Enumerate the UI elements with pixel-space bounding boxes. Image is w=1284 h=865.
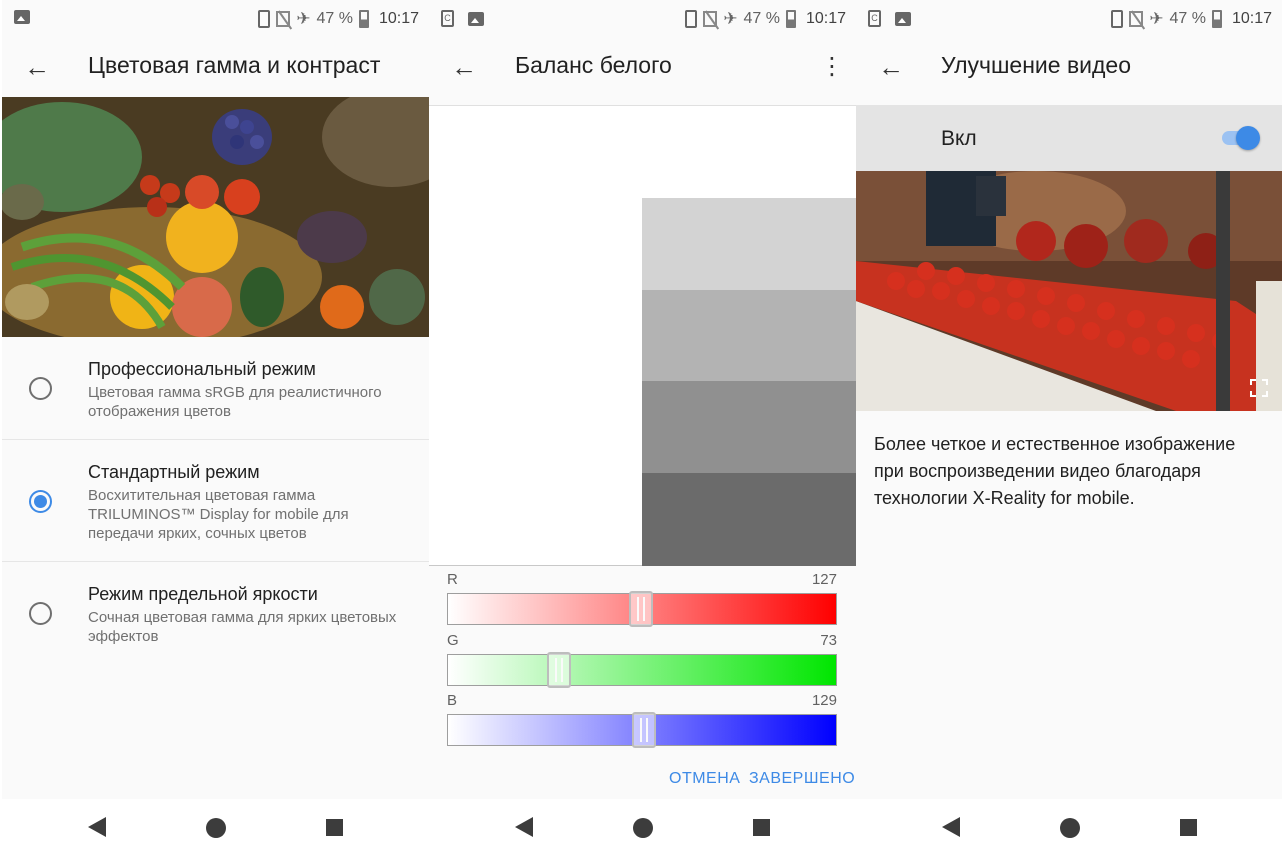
mode-description: Цветовая гамма sRGB для реалистичного от…: [88, 384, 382, 420]
more-vert-icon[interactable]: ⋮: [820, 52, 844, 82]
c-notification-icon: C: [868, 10, 881, 27]
back-arrow-icon[interactable]: ←: [447, 50, 481, 84]
screen-video-enhancement: C ✈ 47 % 10:17 ← Улучшение видео Вкл Бол…: [856, 0, 1282, 865]
radio-max-brightness[interactable]: [29, 602, 52, 625]
status-bar: C ✈ 47 % 10:17: [429, 0, 856, 40]
nav-back-icon[interactable]: [88, 817, 106, 837]
switch-knob: [1236, 126, 1260, 150]
slider-track-red[interactable]: [447, 591, 837, 627]
slider-value: 127: [811, 571, 837, 588]
nav-home-icon[interactable]: [633, 818, 653, 838]
vibrate-icon: [258, 10, 271, 28]
mode-title: Стандартный режим: [88, 462, 260, 482]
no-sim-icon: [1129, 11, 1144, 27]
gray-swatch: [642, 198, 856, 290]
clock: 10:17: [1231, 10, 1272, 27]
gray-swatch: [642, 290, 856, 381]
slider-red: R 127: [447, 571, 837, 627]
clock: 10:17: [378, 10, 419, 27]
battery-icon: [785, 10, 796, 28]
fullscreen-icon[interactable]: [1250, 379, 1268, 397]
nav-recents-icon[interactable]: [326, 819, 343, 836]
status-bar: ✈ 47 % 10:17: [2, 0, 429, 40]
page-title: Цветовая гамма и контраст: [88, 52, 381, 78]
vibrate-icon: [685, 10, 698, 28]
slider-label: R: [447, 571, 458, 588]
mode-description: Восхитительная цветовая гамма TRILUMINOS…: [88, 487, 349, 542]
mode-max-brightness[interactable]: Режим предельной яркости Сочная цветовая…: [2, 562, 429, 664]
airplane-icon: ✈: [723, 9, 738, 28]
clock: 10:17: [805, 10, 846, 27]
nav-recents-icon[interactable]: [1180, 819, 1197, 836]
radio-professional[interactable]: [29, 377, 52, 400]
back-arrow-icon[interactable]: ←: [874, 50, 908, 84]
airplane-icon: ✈: [296, 9, 311, 28]
battery-percent: 47 %: [316, 10, 353, 27]
color-mode-list: Профессиональный режим Цветовая гамма sR…: [2, 337, 429, 664]
app-bar: ← Улучшение видео: [856, 40, 1282, 98]
gray-swatch: [642, 473, 856, 566]
image-notification-icon: [14, 10, 30, 24]
nav-back-icon[interactable]: [515, 817, 533, 837]
video-enhancement-description: Более четкое и естественное изображение …: [874, 434, 1236, 508]
nav-home-icon[interactable]: [1060, 818, 1080, 838]
battery-icon: [358, 10, 369, 28]
image-notification-icon: [895, 11, 911, 26]
mode-description: Сочная цветовая гамма для ярких цветовых…: [88, 609, 397, 645]
nav-back-icon[interactable]: [942, 817, 960, 837]
slider-track-blue[interactable]: [447, 712, 837, 748]
slider-thumb[interactable]: [629, 591, 654, 627]
slider-thumb[interactable]: [632, 712, 657, 748]
mode-standard[interactable]: Стандартный режим Восхитительная цветова…: [2, 440, 429, 562]
app-bar: ← Цветовая гамма и контраст: [2, 40, 429, 98]
vibrate-icon: [1111, 10, 1124, 28]
page-title: Баланс белого: [515, 52, 672, 78]
done-button[interactable]: ЗАВЕРШЕНО: [749, 770, 855, 788]
airplane-icon: ✈: [1149, 9, 1164, 28]
slider-label: G: [447, 632, 459, 649]
nav-bar: [429, 799, 856, 865]
nav-bar: [2, 799, 429, 865]
nav-recents-icon[interactable]: [753, 819, 770, 836]
status-bar: C ✈ 47 % 10:17: [856, 0, 1282, 40]
page-title: Улучшение видео: [941, 52, 1132, 78]
battery-percent: 47 %: [743, 10, 780, 27]
no-sim-icon: [703, 11, 718, 27]
battery-icon: [1211, 10, 1222, 28]
slider-track-green[interactable]: [447, 652, 837, 688]
screen-white-balance: C ✈ 47 % 10:17 ← Баланс белого ⋮ R 127 G…: [429, 0, 856, 865]
video-enhancement-toggle-row[interactable]: Вкл: [856, 105, 1282, 171]
vegetables-preview-image: [2, 97, 429, 337]
screen-color-gamut: ✈ 47 % 10:17 ← Цветовая гамма и контраст: [2, 0, 429, 865]
no-sim-icon: [276, 11, 291, 27]
app-bar: ← Баланс белого ⋮: [429, 40, 856, 98]
toggle-label: Вкл: [941, 127, 977, 150]
slider-thumb[interactable]: [546, 652, 571, 688]
battery-percent: 47 %: [1169, 10, 1206, 27]
slider-value: 73: [820, 632, 837, 649]
nav-bar: [856, 799, 1282, 865]
tomatoes-video-preview: [856, 171, 1282, 411]
mode-professional[interactable]: Профессиональный режим Цветовая гамма sR…: [2, 337, 429, 440]
white-balance-preview: [429, 105, 856, 566]
cancel-button[interactable]: ОТМЕНА: [669, 770, 740, 788]
slider-green: G 73: [447, 632, 837, 688]
c-notification-icon: C: [441, 10, 454, 27]
nav-home-icon[interactable]: [206, 818, 226, 838]
toggle-switch[interactable]: [1222, 126, 1260, 150]
gray-swatch: [642, 381, 856, 473]
slider-blue: B 129: [447, 692, 837, 748]
slider-label: B: [447, 692, 458, 709]
mode-title: Профессиональный режим: [88, 359, 316, 379]
image-notification-icon: [468, 11, 484, 26]
slider-value: 129: [811, 692, 837, 709]
back-arrow-icon[interactable]: ←: [20, 50, 54, 84]
mode-title: Режим предельной яркости: [88, 584, 318, 604]
radio-standard[interactable]: [29, 490, 52, 513]
